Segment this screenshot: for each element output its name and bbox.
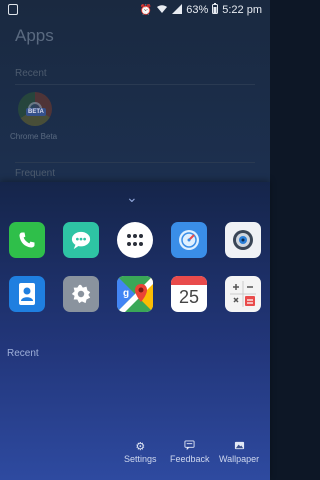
gear-icon: ⚙ <box>135 441 146 453</box>
compass-icon <box>179 230 199 250</box>
divider <box>15 84 255 85</box>
app-panel: ⌄ g 25 Recent ⚙ Settings Feedback Wallpa… <box>0 182 270 480</box>
maps-app[interactable]: g <box>117 276 153 312</box>
calendar-app[interactable]: 25 <box>171 276 207 312</box>
battery-percent: 63% <box>186 4 209 16</box>
messages-app[interactable] <box>63 222 99 258</box>
clock: 5:22 pm <box>222 4 262 16</box>
signal-icon <box>172 3 183 17</box>
battery-icon <box>212 3 219 17</box>
wallpaper-action-button[interactable]: Wallpaper <box>219 440 259 464</box>
chrome-beta-label: Chrome Beta <box>10 132 58 141</box>
settings-action-button[interactable]: ⚙ Settings <box>124 440 157 464</box>
phone-app[interactable] <box>9 222 45 258</box>
wallpaper-action-label: Wallpaper <box>219 454 260 464</box>
drawer-title: Apps <box>15 26 54 45</box>
calendar-icon <box>171 276 207 285</box>
wifi-icon <box>156 4 168 17</box>
speed-app[interactable] <box>171 222 207 258</box>
calculator-icon <box>230 281 256 307</box>
chevron-down-icon[interactable]: ⌄ <box>126 190 138 204</box>
divider <box>15 162 255 163</box>
screenshot-icon <box>8 4 18 15</box>
app-drawer-button[interactable] <box>117 222 153 258</box>
maps-icon: g <box>117 276 153 312</box>
settings-action-label: Settings <box>124 454 157 464</box>
phone-icon <box>19 232 35 248</box>
feedback-action-button[interactable]: Feedback <box>170 440 210 464</box>
camera-icon <box>233 230 253 250</box>
drawer-recent-label: Recent <box>15 68 47 79</box>
panel-actions: ⚙ Settings Feedback Wallpaper <box>0 440 270 470</box>
alarm-icon: ⏰ <box>139 4 153 16</box>
settings-app[interactable] <box>63 276 99 312</box>
contacts-icon <box>19 283 35 305</box>
panel-recent-label: Recent <box>7 348 39 359</box>
svg-text:g: g <box>123 288 129 299</box>
contacts-app[interactable] <box>9 276 45 312</box>
drawer-frequent-label: Frequent <box>15 168 56 179</box>
gear-icon <box>71 284 91 304</box>
calendar-date: 25 <box>178 287 200 307</box>
camera-app[interactable] <box>225 222 261 258</box>
apps-grid-icon <box>127 234 143 246</box>
message-icon <box>71 231 91 250</box>
feedback-action-label: Feedback <box>170 454 210 464</box>
calculator-app[interactable] <box>225 276 261 312</box>
status-bar: ⏰ 63% 5:22 pm <box>0 0 270 20</box>
wallpaper-icon <box>234 440 245 454</box>
feedback-icon <box>184 440 195 454</box>
beta-badge: BETA <box>26 108 46 116</box>
